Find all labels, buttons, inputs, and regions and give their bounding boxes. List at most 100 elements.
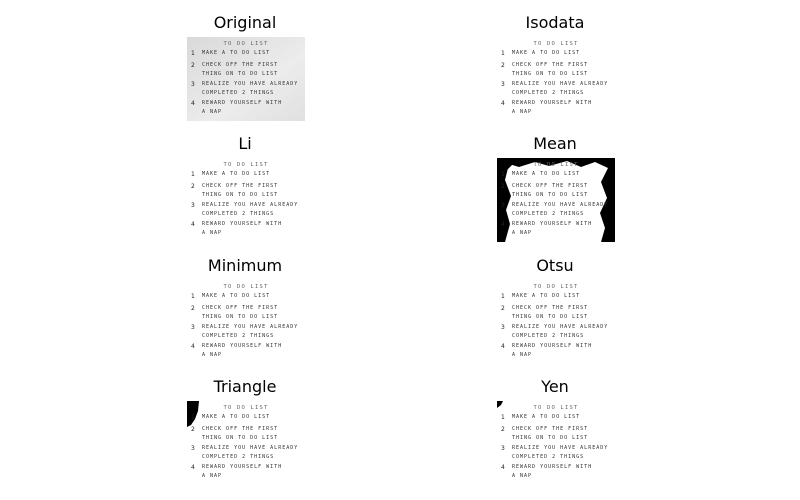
note-item-number: 3: [191, 202, 195, 209]
note-item-line: MAKE A TO DO LIST: [202, 171, 270, 177]
panel-yen: TO DO LIST 1 MAKE A TO DO LIST 2 CHECK OFF T…: [497, 401, 615, 485]
note-item-line: THING ON TO DO LIST: [202, 314, 278, 320]
image-mean: TO DO LIST 1 MAKE A TO DO LIST 2 CHECK OFF T…: [497, 158, 615, 242]
note-item-line: REALIZE YOU HAVE ALREADY: [512, 324, 608, 330]
note-item-line: COMPLETED 2 THINGS: [512, 454, 584, 460]
panel-title-mean: Mean: [533, 134, 577, 153]
note-item-line: REALIZE YOU HAVE ALREADY: [512, 81, 608, 87]
note-heading: TO DO LIST: [223, 162, 268, 168]
note-item-line: CHECK OFF THE FIRST: [512, 426, 588, 432]
note-item-line: A NAP: [512, 473, 532, 479]
note-item-line: REALIZE YOU HAVE ALREADY: [202, 445, 298, 451]
note-item-line: MAKE A TO DO LIST: [202, 50, 270, 56]
note-item-line: THING ON TO DO LIST: [512, 435, 588, 441]
note-item-line: REWARD YOURSELF WITH: [202, 100, 282, 106]
note-item-line: A NAP: [512, 352, 532, 358]
panel-title-isodata: Isodata: [525, 13, 585, 32]
note-item-number: 4: [501, 464, 505, 471]
note-item-number: 1: [191, 50, 195, 57]
note-item-number: 3: [501, 324, 505, 331]
note-item-line: REWARD YOURSELF WITH: [512, 100, 592, 106]
note-item-line: THING ON TO DO LIST: [512, 314, 588, 320]
note-heading: TO DO LIST: [533, 41, 578, 47]
panel-title-minimum: Minimum: [207, 256, 283, 275]
note-item-line: A NAP: [202, 352, 222, 358]
note-item-line: THING ON TO DO LIST: [202, 71, 278, 77]
note-heading: TO DO LIST: [533, 284, 578, 290]
note-item-number: 1: [501, 50, 505, 57]
panel-title-original: Original: [213, 13, 277, 32]
thumbnail-svg: TO DO LIST 1 MAKE A TO DO LIST 2 CHECK OFF T…: [187, 401, 305, 485]
note-item-line: COMPLETED 2 THINGS: [512, 90, 584, 96]
note-item-line: CHECK OFF THE FIRST: [202, 426, 278, 432]
panel-isodata: TO DO LIST 1 MAKE A TO DO LIST 2 CHECK OFF T…: [497, 37, 615, 121]
note-heading: TO DO LIST: [223, 405, 268, 411]
note-item-line: REALIZE YOU HAVE ALREADY: [202, 324, 298, 330]
note-item-number: 4: [191, 221, 195, 228]
thumbnail-svg: TO DO LIST 1 MAKE A TO DO LIST 2 CHECK OFF T…: [497, 37, 615, 121]
note-item-line: THING ON TO DO LIST: [512, 71, 588, 77]
image-li: TO DO LIST 1 MAKE A TO DO LIST 2 CHECK OFF T…: [187, 158, 305, 242]
note-item-number: 3: [501, 81, 505, 88]
panel-title-li: Li: [238, 134, 252, 153]
note-item-line: A NAP: [512, 109, 532, 115]
note-item-line: CHECK OFF THE FIRST: [202, 183, 278, 189]
note-item-number: 2: [501, 426, 505, 433]
note-item-line: REWARD YOURSELF WITH: [512, 343, 592, 349]
note-item-line: CHECK OFF THE FIRST: [202, 62, 278, 68]
note-item-line: COMPLETED 2 THINGS: [512, 333, 584, 339]
panel-li: TO DO LIST 1 MAKE A TO DO LIST 2 CHECK OFF T…: [187, 158, 305, 242]
note-item-line: MAKE A TO DO LIST: [512, 414, 580, 420]
panel-original: TO DO LIST 1 MAKE A TO DO LIST 2 CHECK OFF T…: [187, 37, 305, 121]
thumbnail-svg: TO DO LIST 1 MAKE A TO DO LIST 2 CHECK OFF T…: [497, 401, 615, 485]
note-item-number: 3: [191, 445, 195, 452]
note-item-number: 3: [501, 445, 505, 452]
thumbnail-svg: TO DO LIST 1 MAKE A TO DO LIST 2 CHECK OFF T…: [497, 158, 615, 242]
thumbnail-svg: TO DO LIST 1 MAKE A TO DO LIST 2 CHECK OFF T…: [497, 280, 615, 364]
note-item-line: COMPLETED 2 THINGS: [202, 333, 274, 339]
panel-title-triangle: Triangle: [213, 377, 277, 396]
panel-title-yen: Yen: [541, 377, 569, 396]
note-item-number: 3: [191, 324, 195, 331]
note-item-number: 1: [191, 414, 195, 421]
note-item-number: 2: [191, 183, 195, 190]
image-original: TO DO LIST 1 MAKE A TO DO LIST 2 CHECK OFF T…: [187, 37, 305, 121]
note-heading: TO DO LIST: [223, 284, 268, 290]
note-item-line: CHECK OFF THE FIRST: [202, 305, 278, 311]
panel-minimum: TO DO LIST 1 MAKE A TO DO LIST 2 CHECK OFF T…: [187, 280, 305, 364]
thumbnail-svg: TO DO LIST 1 MAKE A TO DO LIST 2 CHECK OFF T…: [187, 37, 305, 121]
note-item-line: REWARD YOURSELF WITH: [202, 464, 282, 470]
panel-otsu: TO DO LIST 1 MAKE A TO DO LIST 2 CHECK OFF T…: [497, 280, 615, 364]
note-item-number: 4: [191, 100, 195, 107]
note-heading: TO DO LIST: [223, 41, 268, 47]
note-item-line: CHECK OFF THE FIRST: [512, 305, 588, 311]
note-item-line: COMPLETED 2 THINGS: [202, 211, 274, 217]
image-yen: TO DO LIST 1 MAKE A TO DO LIST 2 CHECK OFF T…: [497, 401, 615, 485]
note-item-number: 2: [501, 62, 505, 69]
panel-title-otsu: Otsu: [536, 256, 574, 275]
note-item-number: 3: [501, 202, 505, 209]
note-item-line: CHECK OFF THE FIRST: [512, 62, 588, 68]
image-otsu: TO DO LIST 1 MAKE A TO DO LIST 2 CHECK OFF T…: [497, 280, 615, 364]
note-item-number: 4: [501, 100, 505, 107]
note-item-line: MAKE A TO DO LIST: [202, 414, 270, 420]
note-item-number: 4: [191, 343, 195, 350]
note-heading: TO DO LIST: [533, 405, 578, 411]
note-item-line: A NAP: [202, 109, 222, 115]
note-item-line: MAKE A TO DO LIST: [512, 50, 580, 56]
panel-mean: TO DO LIST 1 MAKE A TO DO LIST 2 CHECK OFF T…: [497, 158, 615, 242]
panel-triangle: TO DO LIST 1 MAKE A TO DO LIST 2 CHECK OFF T…: [187, 401, 305, 485]
note-item-line: A NAP: [202, 473, 222, 479]
thumbnail-svg: TO DO LIST 1 MAKE A TO DO LIST 2 CHECK OFF T…: [187, 280, 305, 364]
note-item-line: REWARD YOURSELF WITH: [512, 221, 592, 227]
note-item-line: COMPLETED 2 THINGS: [512, 211, 584, 217]
note-item-number: 2: [191, 426, 195, 433]
note-heading: TO DO LIST: [533, 162, 578, 168]
image-minimum: TO DO LIST 1 MAKE A TO DO LIST 2 CHECK OFF T…: [187, 280, 305, 364]
note-item-line: MAKE A TO DO LIST: [512, 171, 580, 177]
note-item-number: 1: [501, 293, 505, 300]
note-item-number: 2: [191, 62, 195, 69]
note-item-number: 4: [501, 221, 505, 228]
note-item-line: REALIZE YOU HAVE ALREADY: [202, 202, 298, 208]
note-item-number: 2: [501, 305, 505, 312]
